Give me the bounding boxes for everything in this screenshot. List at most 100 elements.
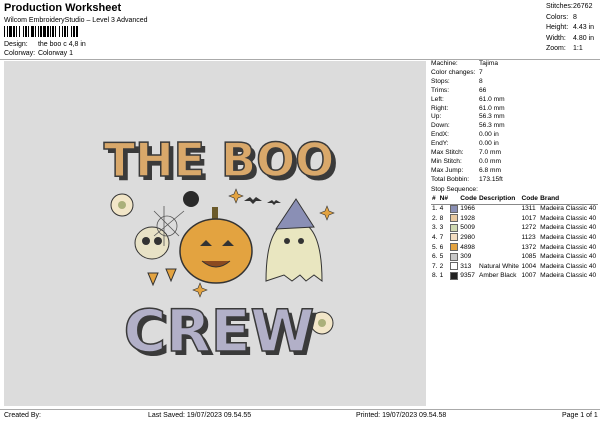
thread-code: 1017: [521, 214, 537, 222]
color-swatch: [449, 272, 459, 282]
color-swatch: [449, 214, 459, 224]
seq-num: 5.: [432, 243, 438, 251]
color-description: [478, 253, 520, 263]
summary-row: Height: 4.43 in: [546, 24, 595, 31]
thread-code: 1004: [521, 262, 537, 270]
machine-info-row: Max Jump: 6.8 mm: [431, 167, 598, 176]
seq-num: 7.: [432, 262, 438, 270]
info-value: 66: [479, 86, 487, 94]
color-code: 4898: [460, 243, 475, 251]
machine-info-row: Machine: Tajima: [431, 60, 598, 69]
pumpkin-icon: [179, 207, 253, 284]
info-value: Tajima: [479, 60, 499, 67]
machine-info-row: Min Stitch: 0.0 mm: [431, 158, 598, 167]
created-by: Created By:: [4, 412, 41, 419]
summary-row: Colors: 8: [546, 13, 577, 21]
seq-num: 1.: [432, 204, 438, 212]
info-label: Max Jump:: [431, 166, 464, 174]
info-value: 7.0 mm: [479, 149, 501, 157]
design-preview: THE BOO THE BOO CREW CREW: [4, 61, 426, 406]
info-value: 173.15ft: [479, 175, 503, 183]
bat-icon: [244, 197, 281, 205]
summary-row: Zoom: 1:1: [546, 45, 583, 52]
machine-info-panel: Machine: Tajima Color changes: 7 Stops: 8 Trim…: [431, 60, 598, 282]
machine-info-row: Trims: 66: [431, 87, 598, 96]
table-row: 2. 8 1928 1017 Madeira Classic 40: [431, 214, 598, 224]
machine-info-row: Max Stitch: 7.0 mm: [431, 149, 598, 158]
stop-sequence-table: # N# Code Description Code Brand 1. 4 1966…: [431, 194, 598, 282]
machine-info-row: Color changes: 7: [431, 69, 598, 78]
flower-icon: [110, 193, 134, 217]
thread-brand: Madeira Classic 40: [540, 253, 597, 261]
needle-num: 2: [439, 262, 444, 270]
info-value: 7: [479, 68, 483, 76]
table-row: 3. 3 5009 1272 Madeira Classic 40: [431, 223, 598, 234]
needle-num: 3: [439, 224, 444, 232]
info-label: Machine:: [431, 60, 458, 67]
info-label: Total Bobbin:: [431, 175, 470, 183]
col-header: Description: [477, 194, 521, 205]
barcode: [4, 26, 78, 37]
col-header: #: [431, 194, 439, 205]
stop-sequence-heading: Stop Sequence:: [431, 185, 478, 193]
thread-brand: Madeira Classic 40: [540, 243, 597, 251]
info-label: Right:: [431, 104, 449, 112]
info-label: Down:: [431, 122, 450, 130]
table-row: 5. 6 4898 1372 Madeira Classic 40: [431, 243, 598, 253]
color-code: 9357: [460, 272, 475, 280]
color-code: 309: [460, 253, 472, 261]
color-description: [478, 214, 520, 224]
info-value: 0.00 in: [479, 140, 499, 148]
summary-stats: Stitches:26762 Colors: 8 Height: 4.43 in W…: [546, 2, 594, 55]
thread-brand: Madeira Classic 40: [540, 272, 597, 280]
info-value: 0.0 mm: [479, 157, 501, 165]
table-row: 6. 5 309 1085 Madeira Classic 40: [431, 252, 598, 263]
color-description: [478, 243, 520, 253]
colorway-label: Colorway:: [4, 50, 36, 57]
color-description: Amber Black: [478, 272, 517, 280]
thread-code: 1123: [521, 233, 536, 241]
info-label: Stops:: [431, 77, 450, 85]
color-code: 2980: [460, 233, 475, 241]
design-row: Design: the boo c 4,8 in: [4, 41, 86, 48]
color-swatch: [449, 204, 459, 214]
color-description: [478, 224, 520, 234]
needle-num: 8: [439, 214, 444, 222]
color-code: 1966: [460, 204, 475, 212]
info-value: 61.0 mm: [479, 95, 505, 103]
ghost-icon: [265, 198, 323, 283]
machine-info-row: Up: 56.3 mm: [431, 113, 598, 122]
thread-brand: Madeira Classic 40: [540, 233, 597, 241]
page-number: Page 1 of 1: [562, 412, 598, 419]
info-value: 8: [479, 77, 483, 85]
spider-icon: [183, 191, 199, 207]
machine-info-row: Stops: 8: [431, 78, 598, 87]
seq-num: 6.: [432, 253, 438, 261]
table-row: 8. 1 9357 Amber Black 1007 Madeira Classic 40: [431, 272, 598, 282]
machine-info-row: EndY: 0.00 in: [431, 140, 598, 149]
thread-code: 1085: [521, 253, 537, 261]
thread-brand: Madeira Classic 40: [540, 214, 597, 222]
col-header: Brand: [539, 194, 598, 205]
thread-brand: Madeira Classic 40: [540, 204, 597, 212]
info-label: Trims:: [431, 86, 450, 94]
info-value: 56.3 mm: [479, 113, 505, 121]
info-label: Color changes:: [431, 68, 476, 76]
needle-num: 5: [439, 253, 444, 261]
info-label: EndY:: [431, 140, 449, 148]
color-code: 5009: [460, 224, 475, 232]
seq-num: 2.: [432, 214, 438, 222]
color-swatch: [449, 262, 459, 272]
info-value: 6.8 mm: [479, 166, 501, 174]
artwork-line1: THE BOO: [104, 133, 335, 187]
thread-code: 1272: [521, 224, 537, 232]
info-value: 0.00 in: [479, 131, 499, 139]
thread-brand: Madeira Classic 40: [540, 262, 597, 270]
color-swatch: [449, 233, 459, 243]
seq-num: 4.: [432, 233, 438, 241]
col-header: [449, 194, 460, 205]
info-value: 61.0 mm: [479, 104, 505, 112]
info-label: EndX:: [431, 131, 449, 139]
color-description: Natural White: [478, 262, 519, 270]
color-swatch: [449, 223, 459, 234]
